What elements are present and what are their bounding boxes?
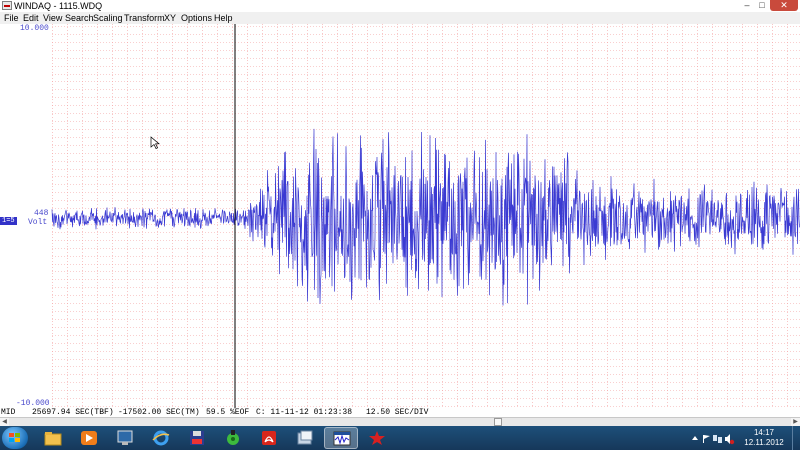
menu-file[interactable]: File: [4, 12, 19, 24]
menu-view[interactable]: View: [43, 12, 62, 24]
minimize-button[interactable]: –: [740, 0, 754, 11]
status-eof: 59.5 %EOF: [206, 408, 250, 417]
taskbar-windaq-monitor-button[interactable]: [108, 427, 142, 449]
monitor-icon: [116, 430, 134, 446]
pdf-icon: [260, 430, 278, 446]
taskbar-file-copy-button[interactable]: [288, 427, 322, 449]
menu-transform[interactable]: Transform: [124, 12, 165, 24]
play-icon: [80, 430, 98, 446]
taskbar-windaq-waveform-button[interactable]: [324, 427, 358, 449]
show-hidden-icons-icon[interactable]: [692, 436, 698, 440]
menu-bar: File Edit View Search Scaling Transform …: [0, 12, 800, 24]
green-gear-icon: [224, 430, 242, 446]
clock-date: 12.11.2012: [744, 438, 784, 447]
status-bar: MID 25697.94 SEC(TBF) -17502.00 SEC(TM) …: [0, 408, 800, 417]
window-title: WINDAQ - 1115.WDQ: [14, 1, 103, 11]
taskbar-media-player-button[interactable]: [72, 427, 106, 449]
taskbar-explorer-button[interactable]: [36, 427, 70, 449]
volume-icon[interactable]: [725, 434, 735, 445]
windows-logo-icon: [9, 433, 21, 443]
windows-taskbar: 14:17 12.11.2012: [0, 426, 800, 450]
waveform-window-icon: [333, 431, 351, 447]
waveform-trace: [51, 128, 800, 306]
system-tray: [690, 426, 736, 450]
taskbar-save-button[interactable]: [180, 427, 214, 449]
action-center-flag-icon[interactable]: [703, 435, 710, 443]
windaq-app-icon[interactable]: [2, 1, 12, 10]
menu-edit[interactable]: Edit: [23, 12, 39, 24]
taskbar-internet-explorer-button[interactable]: [144, 427, 178, 449]
status-channel-time: C: 11-11-12 01:23:38: [256, 408, 353, 417]
status-sec-per-div: 12.50 SEC/DIV: [366, 408, 429, 417]
status-tbf: 25697.94 SEC(TBF): [32, 408, 114, 417]
taskbar-red-tool-button[interactable]: [360, 427, 394, 449]
close-button[interactable]: ✕: [770, 0, 798, 11]
start-button[interactable]: [2, 427, 28, 449]
waveform-plot-area[interactable]: 10.000 448 Volt 1=5 -10.000: [0, 24, 800, 408]
taskbar-clock[interactable]: 14:17 12.11.2012: [738, 428, 790, 448]
network-icon[interactable]: [713, 435, 722, 443]
waveform-canvas[interactable]: [0, 24, 800, 408]
channel-value-label: 448: [34, 209, 49, 218]
internet-explorer-icon: [152, 430, 170, 446]
channel-badge[interactable]: 1=5: [0, 217, 17, 225]
y-axis-top-label: 10.000: [20, 24, 49, 33]
channel-unit-label: Volt: [28, 218, 48, 227]
floppy-disk-icon: [188, 430, 206, 446]
y-axis-bottom-label: -10.000: [16, 399, 50, 408]
taskbar-pdf-reader-button[interactable]: [252, 427, 286, 449]
scrollbar-thumb[interactable]: [494, 418, 502, 426]
taskbar-green-utility-button[interactable]: [216, 427, 250, 449]
menu-search[interactable]: Search: [65, 12, 94, 24]
maximize-button[interactable]: □: [755, 0, 769, 11]
red-tool-icon: [368, 430, 386, 446]
menu-options[interactable]: Options: [181, 12, 212, 24]
clock-time: 14:17: [753, 428, 775, 437]
show-desktop-button[interactable]: [792, 426, 800, 450]
file-copy-icon: [296, 430, 314, 446]
folder-icon: [44, 430, 62, 446]
status-mode: MID: [1, 408, 16, 417]
status-tm: -17502.00 SEC(TM): [118, 408, 200, 417]
menu-help[interactable]: Help: [214, 12, 233, 24]
menu-xy[interactable]: XY: [164, 12, 176, 24]
menu-scaling[interactable]: Scaling: [93, 12, 123, 24]
